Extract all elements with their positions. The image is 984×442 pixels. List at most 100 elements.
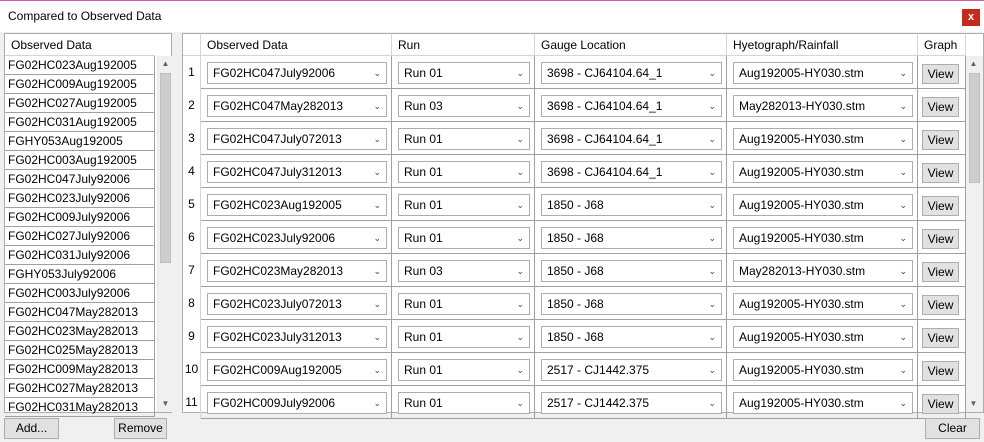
chevron-down-icon[interactable]: ⌄ bbox=[899, 393, 907, 413]
view-graph-button[interactable]: View bbox=[922, 394, 959, 414]
chevron-down-icon[interactable]: ⌄ bbox=[373, 162, 381, 182]
chevron-down-icon[interactable]: ⌄ bbox=[516, 261, 524, 281]
chevron-down-icon[interactable]: ⌄ bbox=[899, 294, 907, 314]
chevron-down-icon[interactable]: ⌄ bbox=[516, 294, 524, 314]
run-select[interactable]: Run 01 ⌄ bbox=[398, 293, 530, 315]
list-item[interactable]: FG02HC009May282013 bbox=[5, 360, 155, 379]
list-scrollbar[interactable]: ▲ ▼ bbox=[157, 56, 173, 412]
chevron-down-icon[interactable]: ⌄ bbox=[373, 393, 381, 413]
observed-data-select[interactable]: FG02HC009Aug192005 ⌄ bbox=[207, 359, 387, 381]
gauge-location-select[interactable]: 1850 - J68 ⌄ bbox=[541, 194, 722, 216]
run-select[interactable]: Run 01 ⌄ bbox=[398, 392, 530, 414]
gauge-location-select[interactable]: 1850 - J68 ⌄ bbox=[541, 293, 722, 315]
chevron-down-icon[interactable]: ⌄ bbox=[373, 228, 381, 248]
chevron-down-icon[interactable]: ⌄ bbox=[516, 195, 524, 215]
list-scroll-thumb[interactable] bbox=[160, 73, 171, 263]
chevron-down-icon[interactable]: ⌄ bbox=[708, 63, 716, 83]
chevron-down-icon[interactable]: ⌄ bbox=[373, 63, 381, 83]
chevron-down-icon[interactable]: ⌄ bbox=[516, 327, 524, 347]
gauge-location-select[interactable]: 3698 - CJ64104.64_1 ⌄ bbox=[541, 128, 722, 150]
run-select[interactable]: Run 01 ⌄ bbox=[398, 194, 530, 216]
observed-data-select[interactable]: FG02HC047July92006 ⌄ bbox=[207, 62, 387, 84]
chevron-down-icon[interactable]: ⌄ bbox=[899, 228, 907, 248]
chevron-down-icon[interactable]: ⌄ bbox=[373, 129, 381, 149]
run-select[interactable]: Run 03 ⌄ bbox=[398, 95, 530, 117]
hyetograph-select[interactable]: May282013-HY030.stm ⌄ bbox=[733, 260, 913, 282]
hyetograph-select[interactable]: Aug192005-HY030.stm ⌄ bbox=[733, 194, 913, 216]
observed-data-select[interactable]: FG02HC023July312013 ⌄ bbox=[207, 326, 387, 348]
gauge-location-select[interactable]: 3698 - CJ64104.64_1 ⌄ bbox=[541, 161, 722, 183]
list-item[interactable]: FG02HC031May282013 bbox=[5, 398, 155, 417]
hyetograph-select[interactable]: Aug192005-HY030.stm ⌄ bbox=[733, 359, 913, 381]
chevron-down-icon[interactable]: ⌄ bbox=[516, 63, 524, 83]
clear-button[interactable]: Clear bbox=[925, 418, 980, 439]
hyetograph-select[interactable]: Aug192005-HY030.stm ⌄ bbox=[733, 128, 913, 150]
list-item[interactable]: FG02HC009Aug192005 bbox=[5, 75, 155, 94]
view-graph-button[interactable]: View bbox=[922, 328, 959, 348]
chevron-down-icon[interactable]: ⌄ bbox=[899, 63, 907, 83]
observed-data-select[interactable]: FG02HC009July92006 ⌄ bbox=[207, 392, 387, 414]
view-graph-button[interactable]: View bbox=[922, 163, 959, 183]
hyetograph-select[interactable]: Aug192005-HY030.stm ⌄ bbox=[733, 293, 913, 315]
hyetograph-select[interactable]: Aug192005-HY030.stm ⌄ bbox=[733, 62, 913, 84]
chevron-down-icon[interactable]: ⌄ bbox=[516, 393, 524, 413]
list-item[interactable]: FG02HC003Aug192005 bbox=[5, 151, 155, 170]
grid-scrollbar[interactable]: ▲ ▼ bbox=[966, 56, 983, 412]
run-select[interactable]: Run 01 ⌄ bbox=[398, 161, 530, 183]
observed-data-select[interactable]: FG02HC023Aug192005 ⌄ bbox=[207, 194, 387, 216]
chevron-down-icon[interactable]: ⌄ bbox=[708, 261, 716, 281]
run-select[interactable]: Run 01 ⌄ bbox=[398, 326, 530, 348]
list-item[interactable]: FG02HC031Aug192005 bbox=[5, 113, 155, 132]
chevron-down-icon[interactable]: ⌄ bbox=[516, 228, 524, 248]
view-graph-button[interactable]: View bbox=[922, 97, 959, 117]
arrow-down-icon[interactable]: ▼ bbox=[158, 396, 173, 412]
view-graph-button[interactable]: View bbox=[922, 196, 959, 216]
chevron-down-icon[interactable]: ⌄ bbox=[373, 261, 381, 281]
chevron-down-icon[interactable]: ⌄ bbox=[899, 261, 907, 281]
chevron-down-icon[interactable]: ⌄ bbox=[708, 96, 716, 116]
run-select[interactable]: Run 01 ⌄ bbox=[398, 62, 530, 84]
observed-data-select[interactable]: FG02HC023July072013 ⌄ bbox=[207, 293, 387, 315]
chevron-down-icon[interactable]: ⌄ bbox=[708, 129, 716, 149]
view-graph-button[interactable]: View bbox=[922, 295, 959, 315]
add-button[interactable]: Add... bbox=[4, 418, 59, 439]
chevron-down-icon[interactable]: ⌄ bbox=[708, 360, 716, 380]
hyetograph-select[interactable]: Aug192005-HY030.stm ⌄ bbox=[733, 227, 913, 249]
chevron-down-icon[interactable]: ⌄ bbox=[708, 327, 716, 347]
list-item[interactable]: FGHY053July92006 bbox=[5, 265, 155, 284]
list-item[interactable]: FG02HC023Aug192005 bbox=[5, 56, 155, 75]
observed-data-select[interactable]: FG02HC023May282013 ⌄ bbox=[207, 260, 387, 282]
list-item[interactable]: FG02HC027May282013 bbox=[5, 379, 155, 398]
gauge-location-select[interactable]: 1850 - J68 ⌄ bbox=[541, 260, 722, 282]
chevron-down-icon[interactable]: ⌄ bbox=[899, 360, 907, 380]
view-graph-button[interactable]: View bbox=[922, 229, 959, 249]
observed-data-select[interactable]: FG02HC047July072013 ⌄ bbox=[207, 128, 387, 150]
chevron-down-icon[interactable]: ⌄ bbox=[899, 96, 907, 116]
observed-data-select[interactable]: FG02HC023July92006 ⌄ bbox=[207, 227, 387, 249]
chevron-down-icon[interactable]: ⌄ bbox=[373, 360, 381, 380]
run-select[interactable]: Run 01 ⌄ bbox=[398, 359, 530, 381]
list-item[interactable]: FG02HC023July92006 bbox=[5, 189, 155, 208]
gauge-location-select[interactable]: 2517 - CJ1442.375 ⌄ bbox=[541, 392, 722, 414]
list-item[interactable]: FG02HC047May282013 bbox=[5, 303, 155, 322]
chevron-down-icon[interactable]: ⌄ bbox=[708, 228, 716, 248]
view-graph-button[interactable]: View bbox=[922, 361, 959, 381]
arrow-up-icon[interactable]: ▲ bbox=[158, 56, 173, 72]
chevron-down-icon[interactable]: ⌄ bbox=[708, 162, 716, 182]
chevron-down-icon[interactable]: ⌄ bbox=[373, 96, 381, 116]
chevron-down-icon[interactable]: ⌄ bbox=[516, 129, 524, 149]
chevron-down-icon[interactable]: ⌄ bbox=[899, 129, 907, 149]
gauge-location-select[interactable]: 1850 - J68 ⌄ bbox=[541, 326, 722, 348]
chevron-down-icon[interactable]: ⌄ bbox=[899, 195, 907, 215]
list-item[interactable]: FG02HC025May282013 bbox=[5, 341, 155, 360]
chevron-down-icon[interactable]: ⌄ bbox=[373, 195, 381, 215]
gauge-location-select[interactable]: 3698 - CJ64104.64_1 ⌄ bbox=[541, 62, 722, 84]
gauge-location-select[interactable]: 1850 - J68 ⌄ bbox=[541, 227, 722, 249]
gauge-location-select[interactable]: 3698 - CJ64104.64_1 ⌄ bbox=[541, 95, 722, 117]
chevron-down-icon[interactable]: ⌄ bbox=[708, 393, 716, 413]
remove-button[interactable]: Remove bbox=[114, 418, 167, 439]
list-item[interactable]: FG02HC047July92006 bbox=[5, 170, 155, 189]
hyetograph-select[interactable]: Aug192005-HY030.stm ⌄ bbox=[733, 392, 913, 414]
chevron-down-icon[interactable]: ⌄ bbox=[899, 162, 907, 182]
run-select[interactable]: Run 01 ⌄ bbox=[398, 227, 530, 249]
